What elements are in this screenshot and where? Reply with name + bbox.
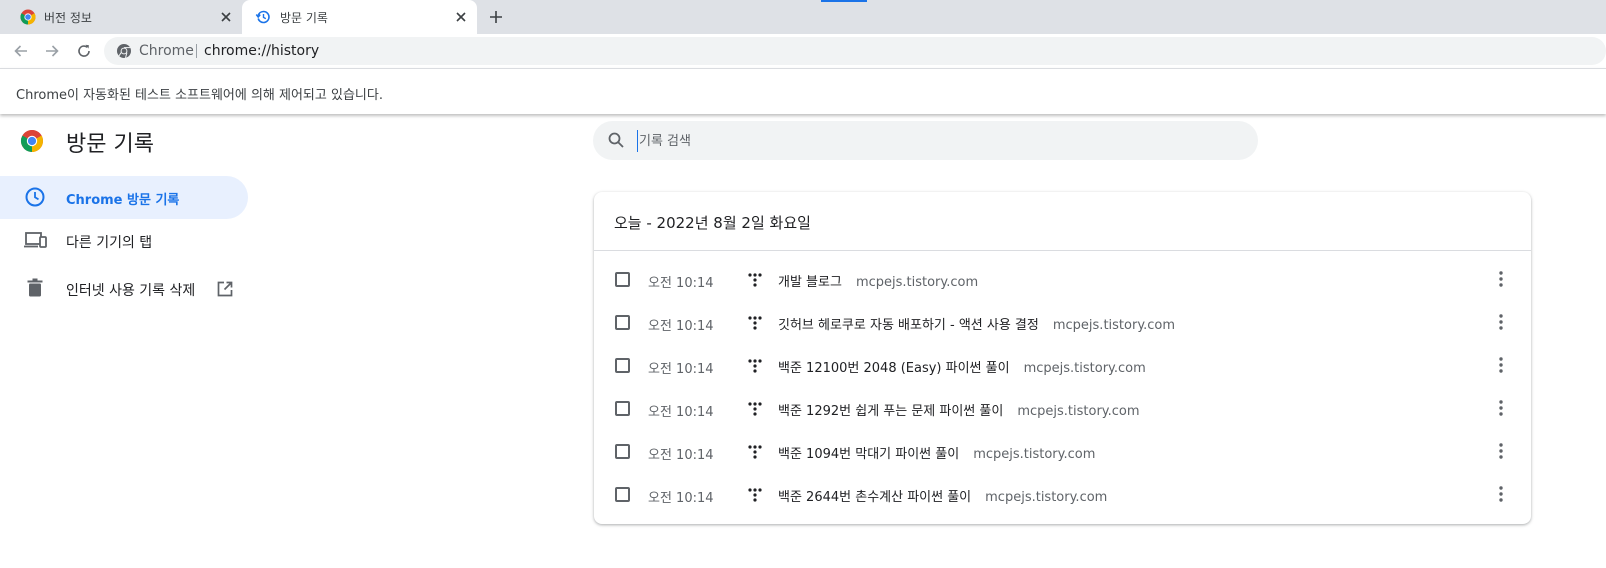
more-options-icon[interactable] (1494, 356, 1508, 374)
history-icon (255, 9, 271, 25)
chrome-site-icon (116, 43, 132, 59)
entry-domain: mcpejs.tistory.com (855, 275, 979, 290)
search-input[interactable] (637, 130, 1237, 152)
history-entry[interactable]: 오전 10:14 백준 1094번 막대기 파이썬 풀이 mcpejs.tisto… (594, 430, 1531, 473)
entry-checkbox[interactable] (615, 444, 630, 459)
close-icon[interactable] (218, 9, 234, 25)
url-text[interactable]: chrome://history (204, 43, 319, 59)
site-favicon-icon (748, 358, 762, 373)
new-tab-button[interactable] (486, 7, 506, 27)
entry-title[interactable]: 깃허브 헤로쿠로 자동 배포하기 - 액션 사용 결정 (778, 318, 1039, 333)
entry-link[interactable]: 백준 1292번 쉽게 푸는 문제 파이썬 풀이 mcpejs.tistory.c… (778, 400, 1140, 419)
history-entry[interactable]: 오전 10:14 백준 12100번 2048 (Easy) 파이썬 풀이 mcp… (594, 344, 1531, 387)
entry-checkbox[interactable] (615, 272, 630, 287)
trash-icon (24, 277, 46, 299)
entry-checkbox[interactable] (615, 401, 630, 416)
sidebar-item-chrome-history[interactable]: Chrome 방문 기록 (0, 176, 248, 219)
entry-title[interactable]: 백준 12100번 2048 (Easy) 파이썬 풀이 (778, 361, 1010, 376)
entry-link[interactable]: 깃허브 헤로쿠로 자동 배포하기 - 액션 사용 결정 mcpejs.tistor… (778, 314, 1175, 333)
entry-domain: mcpejs.tistory.com (1017, 404, 1140, 419)
history-search-box[interactable] (593, 121, 1258, 160)
entry-link[interactable]: 백준 12100번 2048 (Easy) 파이썬 풀이 mcpejs.tisto… (778, 357, 1146, 376)
chrome-logo-icon (20, 129, 44, 153)
tab-version-info[interactable]: 버전 정보 (0, 0, 242, 34)
entry-time: 오전 10:14 (648, 362, 714, 377)
entry-title[interactable]: 백준 2644번 촌수계산 파이썬 풀이 (778, 490, 971, 505)
site-favicon-icon (748, 272, 762, 287)
site-favicon-icon (748, 401, 762, 416)
page-title: 방문 기록 (66, 132, 154, 157)
devices-icon (24, 229, 47, 251)
tab-history[interactable]: 방문 기록 (242, 0, 477, 34)
close-icon[interactable] (453, 9, 469, 25)
more-options-icon[interactable] (1494, 442, 1508, 460)
sidebar-item-label: 다른 기기의 탭 (66, 235, 153, 251)
reload-icon (78, 44, 90, 57)
entry-domain: mcpejs.tistory.com (985, 490, 1108, 505)
history-list: 오전 10:14 개발 블로그 mcpejs.tistory.com 오전 10:… (594, 258, 1531, 516)
site-label: Chrome (139, 43, 194, 59)
date-header: 오늘 - 2022년 8월 2일 화요일 (614, 214, 811, 232)
tab-strip-indicator (821, 0, 867, 2)
sidebar-item-label: 인터넷 사용 기록 삭제 (66, 283, 196, 299)
arrow-right-icon (46, 45, 59, 57)
forward-button[interactable] (42, 41, 62, 61)
plus-icon (490, 11, 502, 23)
history-entry[interactable]: 오전 10:14 백준 2644번 촌수계산 파이썬 풀이 mcpejs.tist… (594, 473, 1531, 516)
entry-title[interactable]: 개발 블로그 (778, 275, 842, 290)
entry-time: 오전 10:14 (648, 491, 714, 506)
sidebar-item-other-devices[interactable]: 다른 기기의 탭 (0, 219, 248, 262)
entry-link[interactable]: 개발 블로그 mcpejs.tistory.com (778, 271, 978, 290)
entry-link[interactable]: 백준 2644번 촌수계산 파이썬 풀이 mcpejs.tistory.com (778, 486, 1107, 505)
reload-button[interactable] (74, 41, 94, 61)
tab-strip: 버전 정보 방문 기록 (0, 0, 1606, 34)
site-favicon-icon (748, 444, 762, 459)
history-entry[interactable]: 오전 10:14 깃허브 헤로쿠로 자동 배포하기 - 액션 사용 결정 mcpe… (594, 301, 1531, 344)
entry-domain: mcpejs.tistory.com (1023, 361, 1146, 376)
site-favicon-icon (748, 315, 762, 330)
entry-title[interactable]: 백준 1292번 쉽게 푸는 문제 파이썬 풀이 (778, 404, 1003, 419)
chrome-logo-icon (20, 9, 36, 25)
browser-toolbar: Chrome chrome://history (0, 34, 1606, 68)
history-entry[interactable]: 오전 10:14 개발 블로그 mcpejs.tistory.com (594, 258, 1531, 301)
site-favicon-icon (748, 487, 762, 502)
tab-title: 버전 정보 (44, 11, 92, 25)
automation-infobar: Chrome이 자동화된 테스트 소프트웨어에 의해 제어되고 있습니다. (0, 68, 1606, 114)
infobar-message: Chrome이 자동화된 테스트 소프트웨어에 의해 제어되고 있습니다. (16, 88, 383, 103)
history-card: 오늘 - 2022년 8월 2일 화요일 오전 10:14 개발 블로그 mcpe… (594, 192, 1531, 524)
back-button[interactable] (11, 41, 31, 61)
entry-time: 오전 10:14 (648, 319, 714, 334)
search-icon (607, 131, 625, 149)
sidebar-item-clear-browsing-data[interactable]: 인터넷 사용 기록 삭제 (0, 267, 248, 310)
tab-title: 방문 기록 (280, 11, 328, 25)
more-options-icon[interactable] (1494, 313, 1508, 331)
entry-time: 오전 10:14 (648, 405, 714, 420)
address-bar[interactable]: Chrome chrome://history (104, 37, 1606, 65)
arrow-left-icon (14, 45, 27, 57)
entry-time: 오전 10:14 (648, 448, 714, 463)
clock-icon (24, 186, 46, 208)
history-entry[interactable]: 오전 10:14 백준 1292번 쉽게 푸는 문제 파이썬 풀이 mcpejs.… (594, 387, 1531, 430)
external-link-icon (216, 280, 234, 298)
card-divider (594, 250, 1531, 251)
omnibox-divider (196, 44, 197, 58)
sidebar-item-label: Chrome 방문 기록 (66, 193, 180, 208)
entry-checkbox[interactable] (615, 487, 630, 502)
more-options-icon[interactable] (1494, 270, 1508, 288)
entry-title[interactable]: 백준 1094번 막대기 파이썬 풀이 (778, 447, 959, 462)
entry-checkbox[interactable] (615, 315, 630, 330)
entry-domain: mcpejs.tistory.com (1052, 318, 1176, 333)
entry-link[interactable]: 백준 1094번 막대기 파이썬 풀이 mcpejs.tistory.com (778, 443, 1095, 462)
more-options-icon[interactable] (1494, 485, 1508, 503)
more-options-icon[interactable] (1494, 399, 1508, 417)
entry-time: 오전 10:14 (648, 276, 714, 291)
entry-checkbox[interactable] (615, 358, 630, 373)
entry-domain: mcpejs.tistory.com (973, 447, 1096, 462)
